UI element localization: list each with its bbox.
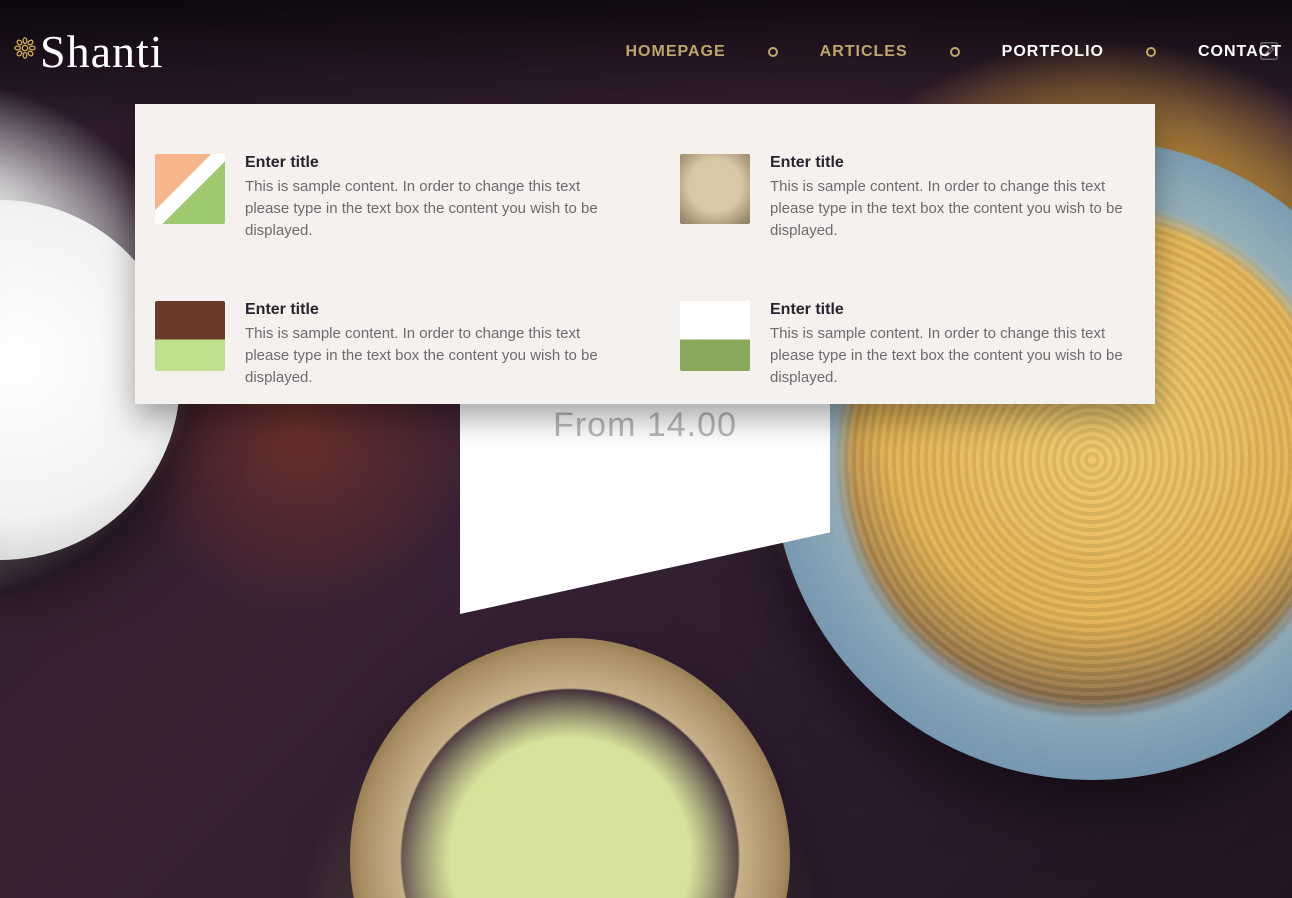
dropdown-text: Enter title This is sample content. In o… (245, 301, 620, 388)
flower-icon (14, 37, 36, 59)
brand-logo[interactable]: Shanti (14, 29, 164, 75)
hero-price: From 14.00 (460, 406, 830, 445)
dropdown-item[interactable]: Enter title This is sample content. In o… (155, 154, 620, 241)
bg-bowl (350, 638, 790, 898)
dropdown-title: Enter title (770, 154, 1145, 172)
dropdown-item[interactable]: Enter title This is sample content. In o… (680, 301, 1145, 388)
dropdown-item[interactable]: Enter title This is sample content. In o… (680, 154, 1145, 241)
nav-portfolio[interactable]: PORTFOLIO (1002, 43, 1104, 61)
dropdown-desc: This is sample content. In order to chan… (245, 176, 620, 241)
nav-dot-icon (1146, 47, 1156, 57)
nav-homepage[interactable]: HOMEPAGE (625, 43, 725, 61)
dropdown-desc: This is sample content. In order to chan… (770, 176, 1145, 241)
dropdown-title: Enter title (770, 301, 1145, 319)
primary-nav: HOMEPAGE ARTICLES PORTFOLIO CONTACT (625, 43, 1282, 61)
site-header: Shanti HOMEPAGE ARTICLES PORTFOLIO CONTA… (0, 0, 1292, 104)
nav-articles[interactable]: ARTICLES (820, 43, 908, 61)
dropdown-desc: This is sample content. In order to chan… (245, 323, 620, 388)
dropdown-text: Enter title This is sample content. In o… (245, 154, 620, 241)
nav-dot-icon (768, 47, 778, 57)
dropdown-title: Enter title (245, 301, 620, 319)
dropdown-title: Enter title (245, 154, 620, 172)
dropdown-thumb (680, 154, 750, 224)
dropdown-desc: This is sample content. In order to chan… (770, 323, 1145, 388)
dropdown-text: Enter title This is sample content. In o… (770, 301, 1145, 388)
brand-name: Shanti (40, 29, 164, 75)
portfolio-dropdown: Enter title This is sample content. In o… (135, 104, 1155, 404)
dropdown-thumb (155, 301, 225, 371)
edit-icon[interactable] (1258, 40, 1280, 62)
nav-dot-icon (950, 47, 960, 57)
dropdown-item[interactable]: Enter title This is sample content. In o… (155, 301, 620, 388)
dropdown-text: Enter title This is sample content. In o… (770, 154, 1145, 241)
dropdown-thumb (155, 154, 225, 224)
dropdown-thumb (680, 301, 750, 371)
